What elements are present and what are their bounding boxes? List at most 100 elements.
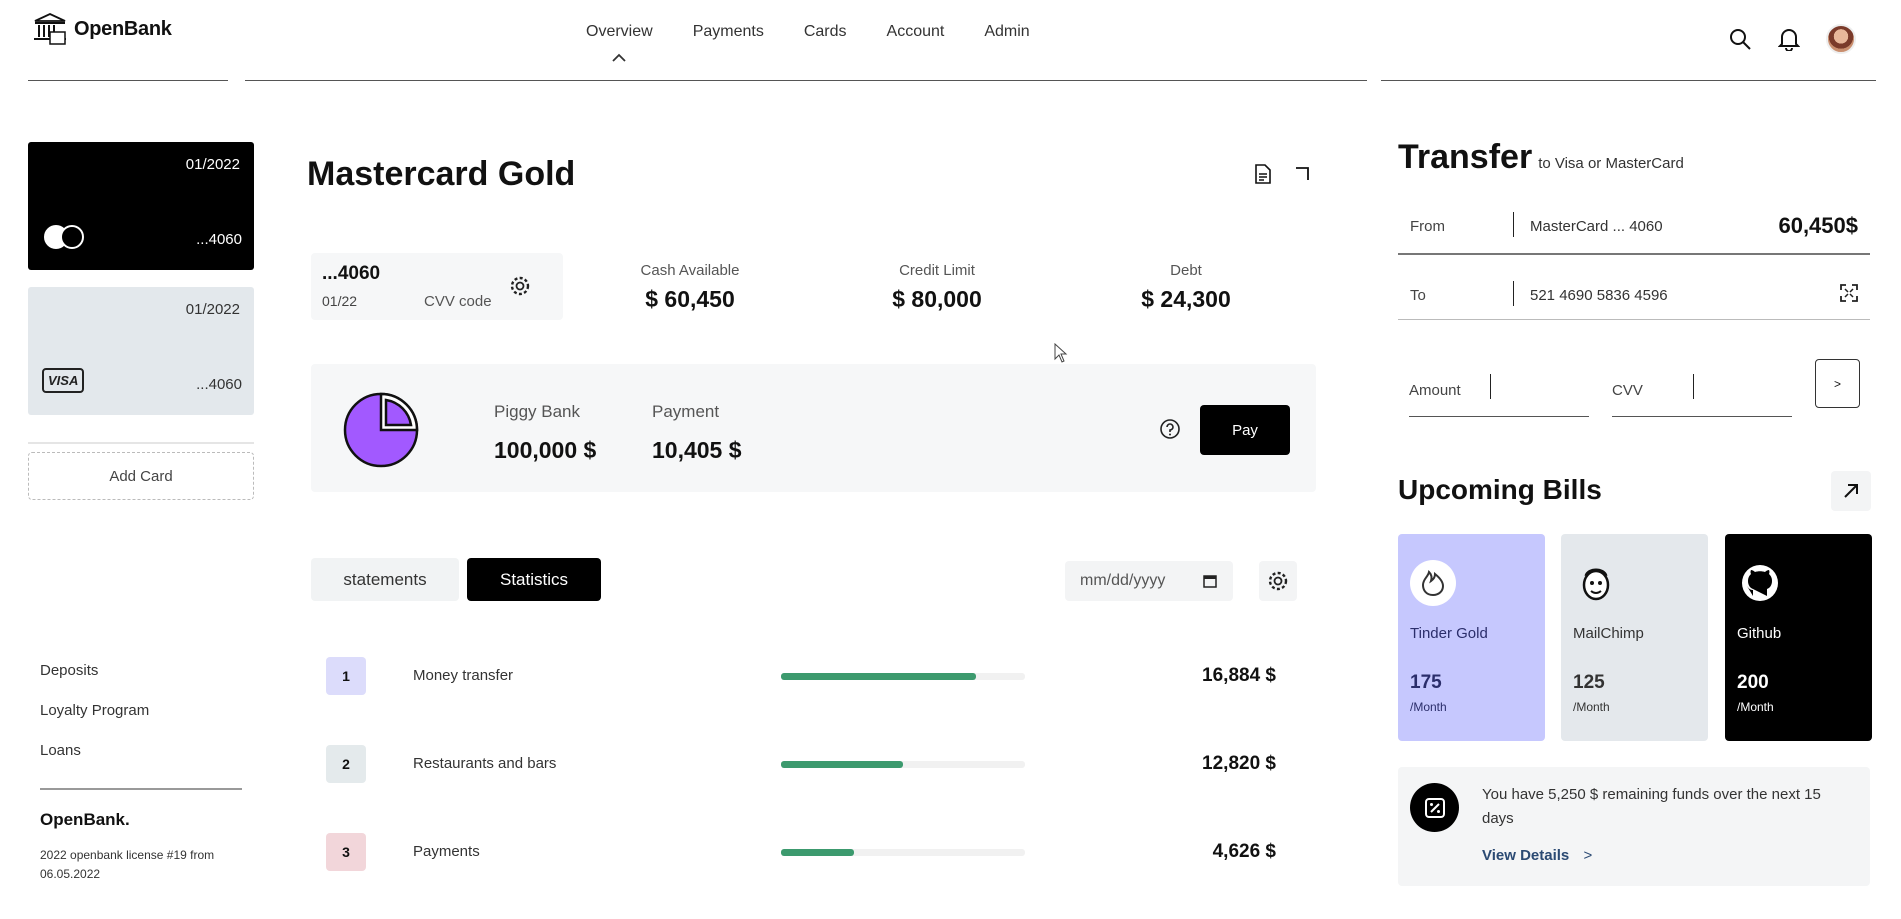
card-visa[interactable]: 01/2022 VISA ...4060: [28, 287, 254, 415]
transfer-submit-button[interactable]: >: [1815, 359, 1860, 408]
mailchimp-icon: [1573, 560, 1619, 606]
stat-cash-available: Cash Available $ 60,450: [590, 262, 790, 313]
to-value: 521 4690 5836 4596: [1530, 287, 1668, 304]
nav-payments[interactable]: Payments: [693, 23, 764, 41]
progress-fill: [781, 761, 903, 768]
date-input[interactable]: mm/dd/yyyy: [1065, 561, 1233, 601]
tabs: statements Statistics: [311, 558, 601, 601]
tab-statistics[interactable]: Statistics: [467, 558, 601, 601]
gear-icon: [1267, 570, 1289, 592]
amount-input[interactable]: Amount: [1409, 370, 1589, 417]
transfer-to-field[interactable]: To 521 4690 5836 4596: [1398, 272, 1870, 322]
stat-label: Credit Limit: [899, 262, 975, 279]
table-row[interactable]: 1 Money transfer 16,884 $: [326, 657, 1276, 697]
stat-value: $ 80,000: [892, 286, 982, 312]
progress-fill: [781, 849, 855, 856]
visa-icon: VISA: [42, 368, 85, 393]
nav-account[interactable]: Account: [887, 23, 945, 41]
side-link-loyalty[interactable]: Loyalty Program: [40, 702, 149, 742]
divider: [1398, 319, 1870, 320]
stat-value: $ 60,450: [645, 286, 735, 312]
document-icon[interactable]: [1254, 164, 1272, 184]
card-number: ...4060: [196, 231, 242, 248]
cvv-input[interactable]: CVV: [1612, 370, 1792, 417]
tab-statements[interactable]: statements: [311, 558, 459, 601]
pay-button[interactable]: Pay: [1200, 405, 1290, 455]
license-text: 2022 openbank license #19 from 06.05.202…: [40, 848, 215, 881]
card-number: ...4060: [196, 376, 242, 393]
date-placeholder: mm/dd/yyyy: [1080, 572, 1166, 589]
pie-chart-icon: [343, 392, 419, 468]
calendar-icon[interactable]: [1203, 574, 1217, 588]
bill-amount: 125: [1573, 672, 1605, 693]
stat-credit-limit: Credit Limit $ 80,000: [837, 262, 1037, 313]
piggy-bank-label: Piggy Bank: [494, 402, 580, 421]
bill-period: /Month: [1573, 700, 1610, 714]
bill-name: MailChimp: [1573, 625, 1644, 642]
scan-icon[interactable]: [1840, 284, 1858, 302]
nav-cards[interactable]: Cards: [804, 23, 847, 41]
help-icon[interactable]: [1159, 418, 1181, 440]
funds-notice: You have 5,250 $ remaining funds over th…: [1398, 767, 1870, 886]
header-actions: [1728, 24, 1856, 54]
card-summary: ...4060 01/22 CVV code: [311, 253, 563, 320]
piggy-bank-value: 100,000 $: [494, 437, 597, 463]
text-cursor: [1490, 374, 1491, 399]
search-icon[interactable]: [1728, 27, 1752, 51]
progress-bar: [781, 761, 1025, 768]
row-label: Restaurants and bars: [413, 755, 557, 772]
bill-card-mailchimp[interactable]: MailChimp 125 /Month: [1561, 534, 1708, 741]
side-links: Deposits Loyalty Program Loans: [40, 662, 149, 782]
upcoming-bills-title: Upcoming Bills: [1398, 474, 1602, 505]
active-nav-indicator-icon: [611, 53, 627, 63]
nav-admin[interactable]: Admin: [984, 23, 1029, 41]
bell-icon[interactable]: [1778, 27, 1800, 51]
divider: [28, 80, 228, 81]
card-expiry: 01/2022: [185, 301, 240, 318]
bill-card-github[interactable]: Github 200 /Month: [1725, 534, 1872, 741]
cvv-label: CVV: [1612, 382, 1643, 399]
bill-card-tinder[interactable]: Tinder Gold 175 /Month: [1398, 534, 1545, 741]
field-separator: [1513, 281, 1514, 306]
card-mastercard[interactable]: 01/2022 ...4060: [28, 142, 254, 270]
transfer-from-field[interactable]: From MasterCard ... 4060 60,450$: [1398, 203, 1870, 253]
main-nav: Overview Payments Cards Account Admin: [586, 23, 1030, 41]
text-cursor: [1693, 374, 1694, 399]
payment-value: 10,405 $: [652, 437, 742, 463]
nav-overview[interactable]: Overview: [586, 23, 653, 41]
brand-logo[interactable]: OpenBank: [32, 12, 172, 46]
table-row[interactable]: 3 Payments 4,626 $: [326, 833, 1276, 873]
card-expiry: 01/2022: [185, 156, 240, 173]
divider: [40, 788, 242, 790]
from-amount: 60,450$: [1778, 213, 1858, 238]
transfer-header: Transfer to Visa or MasterCard: [1398, 138, 1684, 177]
github-icon: [1737, 560, 1783, 606]
corner-arrow-icon[interactable]: [1294, 164, 1312, 184]
stat-value: $ 24,300: [1141, 286, 1231, 312]
piggy-bank-panel: Piggy Bank 100,000 $ Payment 10,405 $ Pa…: [311, 364, 1316, 492]
row-amount: 12,820 $: [1202, 753, 1276, 774]
row-amount: 16,884 $: [1202, 665, 1276, 686]
row-index: 1: [326, 657, 366, 695]
progress-bar: [781, 849, 1025, 856]
bill-amount: 200: [1737, 672, 1769, 693]
side-link-loans[interactable]: Loans: [40, 742, 149, 782]
table-row[interactable]: 2 Restaurants and bars 12,820 $: [326, 745, 1276, 785]
mastercard-icon: [42, 222, 90, 252]
gear-icon[interactable]: [509, 275, 531, 297]
open-bills-button[interactable]: [1831, 471, 1871, 511]
row-label: Payments: [413, 843, 480, 860]
add-card-button[interactable]: Add Card: [28, 452, 254, 500]
avatar[interactable]: [1826, 24, 1856, 54]
row-index: 2: [326, 745, 366, 783]
stat-label: Debt: [1170, 262, 1202, 279]
bill-period: /Month: [1410, 700, 1447, 714]
view-details-link[interactable]: View Details >: [1482, 847, 1592, 864]
filter-settings-button[interactable]: [1259, 561, 1297, 601]
divider: [245, 80, 1367, 81]
chevron-right-icon: >: [1583, 847, 1593, 864]
bank-icon: [32, 12, 68, 46]
side-link-deposits[interactable]: Deposits: [40, 662, 149, 702]
divider: [28, 442, 254, 444]
row-label: Money transfer: [413, 667, 514, 684]
